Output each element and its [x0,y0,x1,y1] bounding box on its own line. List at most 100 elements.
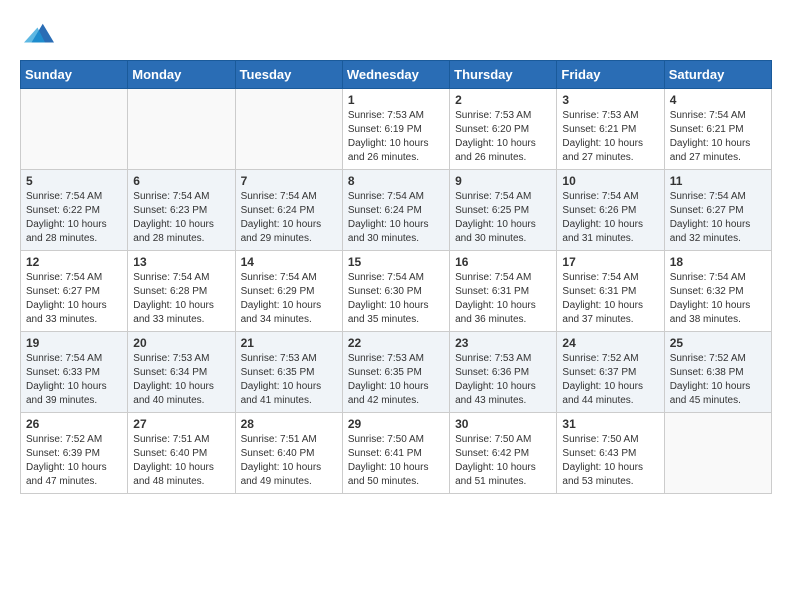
calendar-cell: 13 Sunrise: 7:54 AMSunset: 6:28 PMDayligh… [128,251,235,332]
day-info: Sunrise: 7:50 AMSunset: 6:41 PMDaylight:… [348,433,444,489]
day-info: Sunrise: 7:53 AMSunset: 6:21 PMDaylight:… [562,109,658,165]
calendar-cell: 18 Sunrise: 7:54 AMSunset: 6:32 PMDayligh… [664,251,771,332]
calendar-cell: 15 Sunrise: 7:54 AMSunset: 6:30 PMDayligh… [342,251,449,332]
calendar-cell: 1Sunrise: 7:53 AMSunset: 6:19 PMDaylight… [342,89,449,170]
day-number: 25 [670,336,766,350]
day-number: 21 [241,336,337,350]
calendar-cell [664,413,771,494]
day-number: 3 [562,93,658,107]
day-info: Sunrise: 7:54 AMSunset: 6:33 PMDaylight:… [26,352,122,408]
day-info: Sunrise: 7:54 AMSunset: 6:21 PMDaylight:… [670,109,766,165]
day-info: Sunrise: 7:54 AMSunset: 6:25 PMDaylight:… [455,190,551,246]
day-info: Sunrise: 7:54 AMSunset: 6:30 PMDaylight:… [348,271,444,327]
calendar-cell: 20 Sunrise: 7:53 AMSunset: 6:34 PMDayligh… [128,332,235,413]
calendar-week-row: 12Sunrise: 7:54 AMSunset: 6:27 PMDayligh… [21,251,772,332]
day-number: 8 [348,174,444,188]
day-info: Sunrise: 7:54 AMSunset: 6:26 PMDaylight:… [562,190,658,246]
day-info: Sunrise: 7:54 AMSunset: 6:23 PMDaylight:… [133,190,229,246]
day-number: 13 [133,255,229,269]
day-info: Sunrise: 7:54 AMSunset: 6:27 PMDaylight:… [670,190,766,246]
day-number: 16 [455,255,551,269]
calendar-cell: 29 Sunrise: 7:50 AMSunset: 6:41 PMDayligh… [342,413,449,494]
day-number: 7 [241,174,337,188]
day-info: Sunrise: 7:51 AMSunset: 6:40 PMDaylight:… [133,433,229,489]
day-number: 27 [133,417,229,431]
day-header-wednesday: Wednesday [342,61,449,89]
calendar-cell: 23 Sunrise: 7:53 AMSunset: 6:36 PMDayligh… [450,332,557,413]
day-info: Sunrise: 7:53 AMSunset: 6:36 PMDaylight:… [455,352,551,408]
day-number: 22 [348,336,444,350]
calendar-cell: 25 Sunrise: 7:52 AMSunset: 6:38 PMDayligh… [664,332,771,413]
calendar-cell: 14 Sunrise: 7:54 AMSunset: 6:29 PMDayligh… [235,251,342,332]
day-header-monday: Monday [128,61,235,89]
day-number: 18 [670,255,766,269]
day-info: Sunrise: 7:54 AMSunset: 6:27 PMDaylight:… [26,271,122,327]
day-info: Sunrise: 7:53 AMSunset: 6:34 PMDaylight:… [133,352,229,408]
calendar-cell: 17Sunrise: 7:54 AMSunset: 6:31 PMDayligh… [557,251,664,332]
day-info: Sunrise: 7:54 AMSunset: 6:31 PMDaylight:… [562,271,658,327]
day-number: 15 [348,255,444,269]
calendar-cell: 4 Sunrise: 7:54 AMSunset: 6:21 PMDaylight… [664,89,771,170]
day-number: 20 [133,336,229,350]
calendar-cell: 10 Sunrise: 7:54 AMSunset: 6:26 PMDayligh… [557,170,664,251]
calendar-cell: 22Sunrise: 7:53 AMSunset: 6:35 PMDayligh… [342,332,449,413]
calendar-table: SundayMondayTuesdayWednesdayThursdayFrid… [20,60,772,494]
calendar-cell: 28 Sunrise: 7:51 AMSunset: 6:40 PMDayligh… [235,413,342,494]
day-info: Sunrise: 7:52 AMSunset: 6:39 PMDaylight:… [26,433,122,489]
day-info: Sunrise: 7:54 AMSunset: 6:29 PMDaylight:… [241,271,337,327]
calendar-week-row: 5Sunrise: 7:54 AMSunset: 6:22 PMDaylight… [21,170,772,251]
calendar-cell [21,89,128,170]
day-number: 29 [348,417,444,431]
day-header-tuesday: Tuesday [235,61,342,89]
day-number: 10 [562,174,658,188]
calendar-week-row: 26Sunrise: 7:52 AMSunset: 6:39 PMDayligh… [21,413,772,494]
day-header-sunday: Sunday [21,61,128,89]
calendar-cell: 9 Sunrise: 7:54 AMSunset: 6:25 PMDaylight… [450,170,557,251]
day-header-friday: Friday [557,61,664,89]
calendar-cell: 30Sunrise: 7:50 AMSunset: 6:42 PMDayligh… [450,413,557,494]
calendar-header-row: SundayMondayTuesdayWednesdayThursdayFrid… [21,61,772,89]
day-info: Sunrise: 7:52 AMSunset: 6:38 PMDaylight:… [670,352,766,408]
day-info: Sunrise: 7:54 AMSunset: 6:22 PMDaylight:… [26,190,122,246]
calendar-cell: 3 Sunrise: 7:53 AMSunset: 6:21 PMDaylight… [557,89,664,170]
day-number: 6 [133,174,229,188]
day-number: 14 [241,255,337,269]
calendar-cell: 7 Sunrise: 7:54 AMSunset: 6:24 PMDaylight… [235,170,342,251]
calendar-week-row: 1Sunrise: 7:53 AMSunset: 6:19 PMDaylight… [21,89,772,170]
calendar-cell: 8 Sunrise: 7:54 AMSunset: 6:24 PMDaylight… [342,170,449,251]
day-number: 28 [241,417,337,431]
logo-icon [24,20,54,50]
day-number: 19 [26,336,122,350]
day-number: 9 [455,174,551,188]
calendar-week-row: 19 Sunrise: 7:54 AMSunset: 6:33 PMDayligh… [21,332,772,413]
day-number: 31 [562,417,658,431]
day-info: Sunrise: 7:51 AMSunset: 6:40 PMDaylight:… [241,433,337,489]
day-info: Sunrise: 7:54 AMSunset: 6:24 PMDaylight:… [241,190,337,246]
calendar-cell: 24Sunrise: 7:52 AMSunset: 6:37 PMDayligh… [557,332,664,413]
calendar-cell: 12Sunrise: 7:54 AMSunset: 6:27 PMDayligh… [21,251,128,332]
day-number: 4 [670,93,766,107]
day-header-thursday: Thursday [450,61,557,89]
calendar-cell: 2Sunrise: 7:53 AMSunset: 6:20 PMDaylight… [450,89,557,170]
day-info: Sunrise: 7:53 AMSunset: 6:35 PMDaylight:… [241,352,337,408]
day-info: Sunrise: 7:50 AMSunset: 6:43 PMDaylight:… [562,433,658,489]
day-info: Sunrise: 7:54 AMSunset: 6:28 PMDaylight:… [133,271,229,327]
day-number: 23 [455,336,551,350]
day-info: Sunrise: 7:54 AMSunset: 6:31 PMDaylight:… [455,271,551,327]
day-number: 30 [455,417,551,431]
logo [20,20,54,50]
calendar-cell [128,89,235,170]
calendar-cell: 27 Sunrise: 7:51 AMSunset: 6:40 PMDayligh… [128,413,235,494]
calendar-cell: 21 Sunrise: 7:53 AMSunset: 6:35 PMDayligh… [235,332,342,413]
calendar-cell [235,89,342,170]
calendar-cell: 11 Sunrise: 7:54 AMSunset: 6:27 PMDayligh… [664,170,771,251]
calendar-cell: 16 Sunrise: 7:54 AMSunset: 6:31 PMDayligh… [450,251,557,332]
day-info: Sunrise: 7:54 AMSunset: 6:24 PMDaylight:… [348,190,444,246]
calendar-cell: 6 Sunrise: 7:54 AMSunset: 6:23 PMDaylight… [128,170,235,251]
day-number: 11 [670,174,766,188]
calendar-cell: 19 Sunrise: 7:54 AMSunset: 6:33 PMDayligh… [21,332,128,413]
page-header [20,20,772,50]
day-info: Sunrise: 7:54 AMSunset: 6:32 PMDaylight:… [670,271,766,327]
day-info: Sunrise: 7:52 AMSunset: 6:37 PMDaylight:… [562,352,658,408]
calendar-cell: 5Sunrise: 7:54 AMSunset: 6:22 PMDaylight… [21,170,128,251]
